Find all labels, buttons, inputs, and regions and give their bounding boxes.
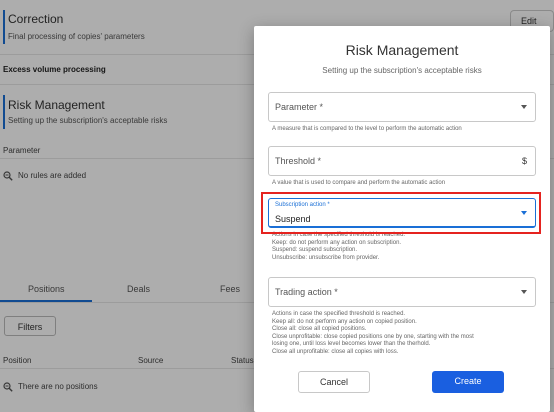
helper-line: losing one, until loss level becomes low… <box>272 341 431 347</box>
helper-line: Suspend: suspend subscription. <box>272 247 358 253</box>
threshold-input[interactable]: Threshold * $ <box>268 146 536 176</box>
parameter-select[interactable]: Parameter * <box>268 92 536 122</box>
subscription-action-helper: Actions in case the specified threshold … <box>272 232 532 262</box>
helper-line: Unsubscribe: unsubscribe from provider. <box>272 254 380 261</box>
threshold-label: Threshold * <box>275 156 322 166</box>
trading-action-select[interactable]: Trading action * <box>268 277 536 307</box>
helper-line: Keep: do not perform any action on subsc… <box>272 239 402 246</box>
helper-line: Close unprofitable: close copied positio… <box>272 333 474 340</box>
trading-action-helper: Actions in case the specified threshold … <box>272 311 532 356</box>
highlight-box <box>261 192 541 234</box>
dialog-title: Risk Management <box>345 42 459 58</box>
helper-line: Close all: close all copied positions. <box>272 326 367 332</box>
parameter-helper: A measure that is compared to the level … <box>272 126 462 132</box>
helper-line: Actions in case the specified threshold … <box>272 311 406 317</box>
caret-down-icon <box>521 290 527 294</box>
parameter-label: Parameter * <box>275 102 324 112</box>
create-button[interactable]: Create <box>432 371 504 393</box>
threshold-helper: A value that is used to compare and perf… <box>272 180 446 186</box>
dialog-subtitle: Setting up the subscription's acceptable… <box>322 66 482 75</box>
cancel-button[interactable]: Cancel <box>298 371 370 393</box>
caret-down-icon <box>521 105 527 109</box>
trading-action-label: Trading action * <box>275 287 338 297</box>
helper-line: Close all unprofitable: close all copies… <box>272 348 399 355</box>
helper-line: Keep all: do not perform any action on c… <box>272 318 417 325</box>
currency-suffix: $ <box>521 156 527 166</box>
